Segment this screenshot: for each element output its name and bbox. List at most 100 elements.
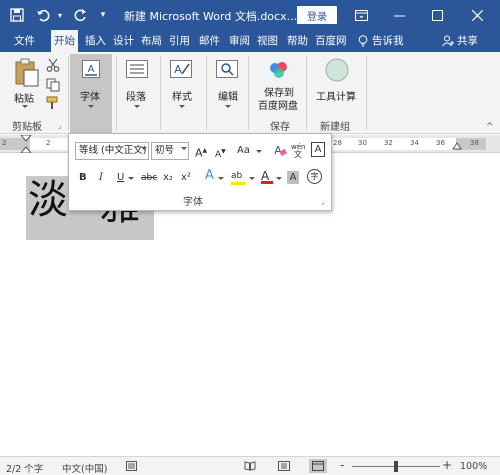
font-name-dropdown-icon[interactable] [141, 147, 147, 150]
italic-button[interactable]: I [99, 171, 103, 185]
styles-icon[interactable]: A [170, 60, 192, 81]
zoom-in-button[interactable]: + [442, 458, 452, 472]
ruler-number: 2 [2, 139, 7, 147]
font-button[interactable]: A 字体 [70, 54, 112, 134]
font-name-field[interactable]: 等线 (中文正文) [75, 142, 149, 160]
user-icon[interactable] [442, 30, 454, 52]
tell-me-search[interactable]: 告诉我 [372, 30, 404, 52]
tab-mailings[interactable]: 邮件 [199, 30, 220, 52]
styles-label[interactable]: 样式 [172, 88, 192, 103]
redo-icon[interactable] [70, 0, 92, 30]
right-indent-marker-icon[interactable] [452, 140, 462, 153]
save-icon[interactable] [6, 0, 28, 30]
tab-file[interactable]: 文件 [14, 30, 35, 52]
font-size-field[interactable]: 初号 [151, 142, 189, 160]
tab-review[interactable]: 审阅 [229, 30, 250, 52]
font-panel-group-label: 字体 [183, 197, 203, 208]
phonetic-guide-bottom[interactable]: 文 [294, 148, 302, 162]
font-panel: 等线 (中文正文) 初号 A▲ A▼ Aa A wén 文 A B I U ab… [68, 133, 332, 211]
undo-dropdown-icon[interactable]: ▾ [55, 0, 65, 30]
svg-text:A: A [88, 64, 95, 75]
login-button[interactable]: 登录 [297, 6, 337, 24]
paragraph-icon[interactable] [126, 60, 148, 81]
tool-calc-label[interactable]: 工具计算 [316, 88, 356, 103]
highlight-dropdown-icon[interactable] [249, 177, 255, 180]
underline-button[interactable]: U [117, 171, 124, 185]
tab-layout[interactable]: 布局 [141, 30, 162, 52]
format-painter-icon[interactable] [46, 96, 60, 113]
undo-icon[interactable] [32, 0, 54, 30]
subscript-button[interactable]: x₂ [163, 171, 173, 185]
change-case-button[interactable]: Aa [237, 144, 250, 158]
read-mode-icon[interactable] [244, 461, 256, 474]
ribbon-display-icon[interactable] [350, 0, 372, 30]
restore-icon[interactable] [426, 0, 448, 30]
tab-baidu[interactable]: 百度网 [315, 30, 347, 52]
char-shading-button[interactable]: A [287, 171, 299, 184]
font-color-dropdown-icon[interactable] [276, 177, 282, 180]
tab-help[interactable]: 帮助 [287, 30, 308, 52]
tab-view[interactable]: 视图 [257, 30, 278, 52]
ribbon-tabs: 文件 开始 插入 设计 布局 引用 邮件 审阅 视图 帮助 百度网 告诉我 共享 [0, 30, 500, 52]
paragraph-label[interactable]: 段落 [126, 88, 146, 103]
print-layout-icon[interactable] [278, 461, 290, 474]
baidu-cloud-icon[interactable] [268, 60, 290, 83]
strikethrough-button[interactable]: abc [141, 171, 157, 185]
word-count[interactable]: 2/2 个字 [6, 461, 43, 475]
language-indicator[interactable]: 中文(中国) [62, 461, 107, 475]
change-case-dropdown-icon[interactable] [256, 150, 262, 153]
clipboard-launcher-icon[interactable]: ⌟ [58, 122, 61, 130]
editing-icon[interactable] [216, 60, 238, 81]
customize-icon[interactable]: ▾ [96, 0, 110, 30]
paste-dropdown-icon[interactable] [22, 105, 28, 108]
styles-dropdown-icon[interactable] [179, 105, 185, 108]
font-color-button[interactable]: A [261, 169, 273, 184]
tool-calc-icon[interactable] [325, 58, 349, 85]
paste-label[interactable]: 粘贴 [14, 90, 34, 105]
save-baidu-label-line2[interactable]: 百度网盘 [258, 97, 298, 112]
copy-icon[interactable] [46, 78, 60, 95]
tab-references[interactable]: 引用 [169, 30, 190, 52]
group-separator [206, 56, 207, 130]
paste-icon[interactable] [14, 58, 40, 91]
editing-label[interactable]: 编辑 [218, 88, 238, 103]
underline-dropdown-icon[interactable] [128, 177, 134, 180]
font-dialog-launcher-icon[interactable]: ⌟ [321, 198, 324, 206]
document-char-1[interactable]: 淡 [28, 180, 68, 220]
zoom-slider-thumb[interactable] [394, 461, 398, 472]
tab-design[interactable]: 设计 [113, 30, 134, 52]
clear-formatting-icon[interactable]: A [273, 143, 288, 160]
zoom-out-button[interactable]: - [340, 458, 344, 472]
enclose-char-button[interactable]: 字 [307, 169, 322, 184]
shrink-font-icon[interactable]: A▼ [215, 145, 226, 162]
char-border-button[interactable]: A [311, 142, 325, 157]
ruler-number: 36 [436, 139, 445, 147]
paragraph-dropdown-icon[interactable] [134, 105, 140, 108]
editing-dropdown-icon[interactable] [225, 105, 231, 108]
group-separator [306, 56, 307, 130]
tab-home[interactable]: 开始 [51, 30, 78, 52]
svg-text:A: A [174, 63, 182, 76]
lightbulb-icon[interactable] [358, 30, 368, 52]
ribbon: 粘贴 剪贴板 ⌟ A 字体 段落 A 样式 编辑 保存到 百度网盘 保存 工具计… [0, 52, 500, 134]
tab-insert[interactable]: 插入 [85, 30, 106, 52]
macro-recording-icon[interactable] [126, 461, 137, 474]
status-bar: 2/2 个字 中文(中国) - + 100% [0, 456, 500, 475]
share-button[interactable]: 共享 [457, 30, 478, 52]
font-size-dropdown-icon[interactable] [181, 147, 187, 150]
grow-font-icon[interactable]: A▲ [195, 144, 207, 161]
superscript-button[interactable]: x² [181, 171, 191, 185]
zoom-level[interactable]: 100% [460, 461, 487, 472]
close-icon[interactable] [466, 0, 488, 30]
minimize-icon[interactable] [388, 0, 410, 30]
indent-marker-icon[interactable] [19, 134, 33, 156]
collapse-ribbon-icon[interactable]: ^ [486, 122, 494, 132]
bold-button[interactable]: B [79, 171, 87, 185]
group-separator [160, 56, 161, 130]
cut-icon[interactable] [46, 58, 60, 75]
web-layout-icon[interactable] [309, 459, 327, 473]
text-effects-dropdown-icon[interactable] [218, 177, 224, 180]
highlight-button[interactable]: ab [231, 169, 245, 185]
text-effects-button[interactable]: A [205, 169, 214, 183]
font-label: 字体 [80, 92, 100, 103]
